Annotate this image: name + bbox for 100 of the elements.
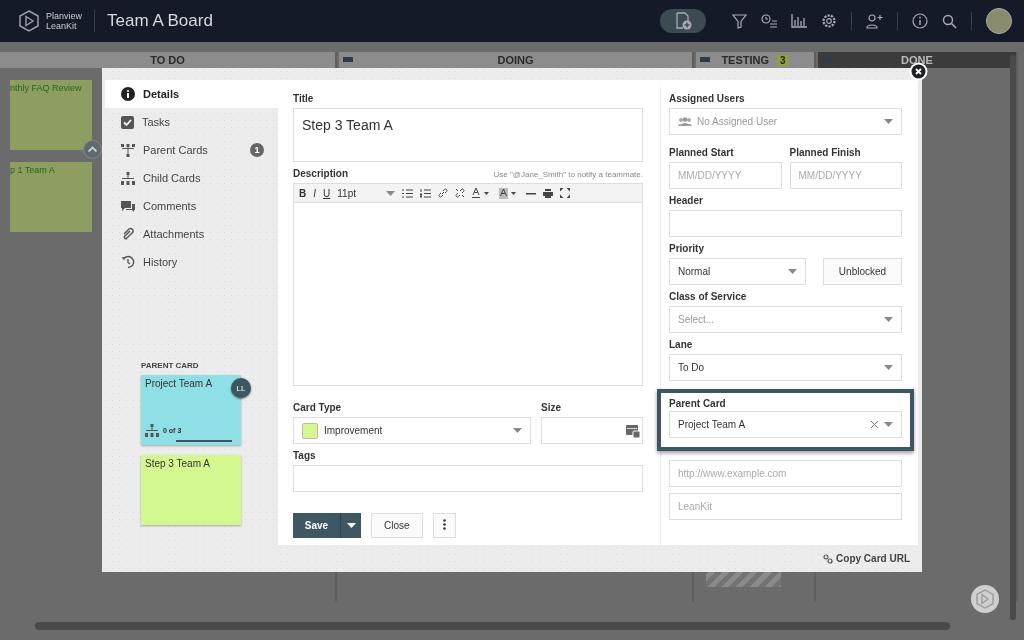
lane-select[interactable]: To Do <box>669 354 902 381</box>
horizontal-rule-icon[interactable] <box>526 191 537 195</box>
users-icon <box>678 117 692 126</box>
link-icon[interactable] <box>438 188 449 198</box>
brand-name: Planview <box>46 11 83 21</box>
hierarchy-icon <box>145 424 159 437</box>
field-label: Card Type <box>293 402 343 413</box>
more-icon <box>442 519 446 530</box>
close-icon[interactable] <box>909 62 928 81</box>
field-label: Assigned Users <box>669 93 746 104</box>
board-title: Team A Board <box>107 11 213 31</box>
avatar-badge: LL <box>231 378 251 398</box>
numbered-list-icon[interactable] <box>420 188 432 198</box>
field-label: Tags <box>293 450 317 461</box>
column-title: TO DO <box>150 54 185 66</box>
link-field[interactable]: http://www.example.com <box>669 460 902 487</box>
scrollbar[interactable] <box>35 622 950 630</box>
fullscreen-icon[interactable] <box>560 188 571 198</box>
date-field[interactable]: MM/DD/YYYY <box>789 162 902 189</box>
info-icon <box>121 87 135 101</box>
count-badge: 3 <box>777 54 789 66</box>
paperclip-icon <box>121 227 135 241</box>
field-label: Header <box>669 195 704 206</box>
hierarchy-icon <box>121 171 135 185</box>
font-size-select[interactable]: 11pt <box>337 187 396 199</box>
card-type-select[interactable]: Improvement <box>293 417 531 444</box>
nav-item[interactable]: Parent Cards 1 <box>105 136 278 164</box>
caret-icon <box>513 428 522 433</box>
title-field[interactable]: Step 3 Team A <box>293 108 643 162</box>
filter-icon[interactable] <box>732 13 747 29</box>
hint-text: Use "@Jane_Smith" to notify a teammate. <box>493 170 643 179</box>
link-icon <box>823 553 834 564</box>
caret-icon <box>884 317 893 322</box>
card-title: p 1 Team A <box>10 165 55 175</box>
bar-chart-icon[interactable] <box>791 14 807 28</box>
clear-icon[interactable] <box>871 421 878 428</box>
nav-item[interactable]: Attachments <box>105 220 278 248</box>
nav-item[interactable]: Tasks <box>105 108 278 136</box>
copy-url-link[interactable]: Copy Card URL <box>823 553 910 564</box>
field-label: Planned Finish <box>789 147 862 158</box>
count-badge: 1 <box>250 143 264 157</box>
format-button[interactable]: U <box>323 187 331 199</box>
print-icon[interactable] <box>543 188 554 198</box>
card-title: nthly FAQ Review <box>10 83 82 93</box>
parent-card-select[interactable]: Project Team A <box>669 411 902 438</box>
format-button[interactable]: I <box>313 187 316 199</box>
card-title: Project Team A <box>145 378 214 389</box>
timer-list-icon[interactable] <box>761 13 777 29</box>
tags-field[interactable] <box>293 465 643 492</box>
nav-item[interactable]: Details <box>105 80 278 108</box>
link-label-field[interactable]: LeanKit <box>669 493 902 520</box>
add-user-icon[interactable] <box>866 13 883 29</box>
description-editor[interactable]: B I U 11pt <box>293 183 643 386</box>
nav-item[interactable]: Comments <box>105 192 278 220</box>
field-label: Priority <box>669 243 705 254</box>
brand-name: LeanKit <box>46 21 78 31</box>
logo-icon <box>18 10 40 32</box>
column-title: TESTING <box>721 54 770 66</box>
size-field[interactable] <box>541 417 643 444</box>
caret-icon <box>788 269 797 274</box>
column-title: DOING <box>497 54 534 66</box>
header-field[interactable] <box>669 210 902 237</box>
calendar-icon <box>626 423 640 438</box>
field-label: Size <box>541 402 562 413</box>
field-label: Parent Card <box>669 398 726 409</box>
scrollbar[interactable] <box>1010 55 1016 620</box>
info-icon[interactable] <box>912 13 928 29</box>
format-button[interactable]: B <box>299 187 307 199</box>
history-icon <box>121 255 135 269</box>
field-label: Title <box>293 93 315 104</box>
more-button[interactable] <box>432 513 456 538</box>
caret-icon <box>884 422 893 427</box>
caret-icon <box>884 365 893 370</box>
nav-item[interactable]: Child Cards <box>105 164 278 192</box>
unblocked-button[interactable]: Unblocked <box>823 258 902 285</box>
column-title: DONE <box>901 54 933 66</box>
current-card[interactable]: Step 3 Team A <box>141 455 241 525</box>
hierarchy-icon <box>121 143 135 157</box>
search-icon[interactable] <box>942 13 957 29</box>
field-label: Lane <box>669 339 694 350</box>
field-label: Class of Service <box>669 291 748 302</box>
section-heading: PARENT CARD <box>141 361 200 370</box>
caret-icon <box>386 190 396 196</box>
nav-item[interactable]: History <box>105 248 278 276</box>
field-label: Description <box>293 168 348 179</box>
unlink-icon[interactable] <box>455 188 466 198</box>
add-card-button[interactable] <box>660 9 706 33</box>
date-field[interactable]: MM/DD/YYYY <box>669 162 782 189</box>
checkbox-icon <box>121 115 134 129</box>
caret-icon <box>346 523 356 528</box>
caret-icon <box>884 119 893 124</box>
play-icon[interactable] <box>970 584 1000 614</box>
user-avatar[interactable] <box>986 8 1012 34</box>
priority-select[interactable]: Normal <box>669 258 806 285</box>
comment-icon <box>121 199 135 213</box>
add-card-icon <box>674 12 692 30</box>
bullet-list-icon[interactable] <box>402 188 414 198</box>
collapse-icon[interactable] <box>83 140 102 159</box>
close-button[interactable]: Close <box>371 513 423 538</box>
settings-icon[interactable] <box>821 13 837 29</box>
